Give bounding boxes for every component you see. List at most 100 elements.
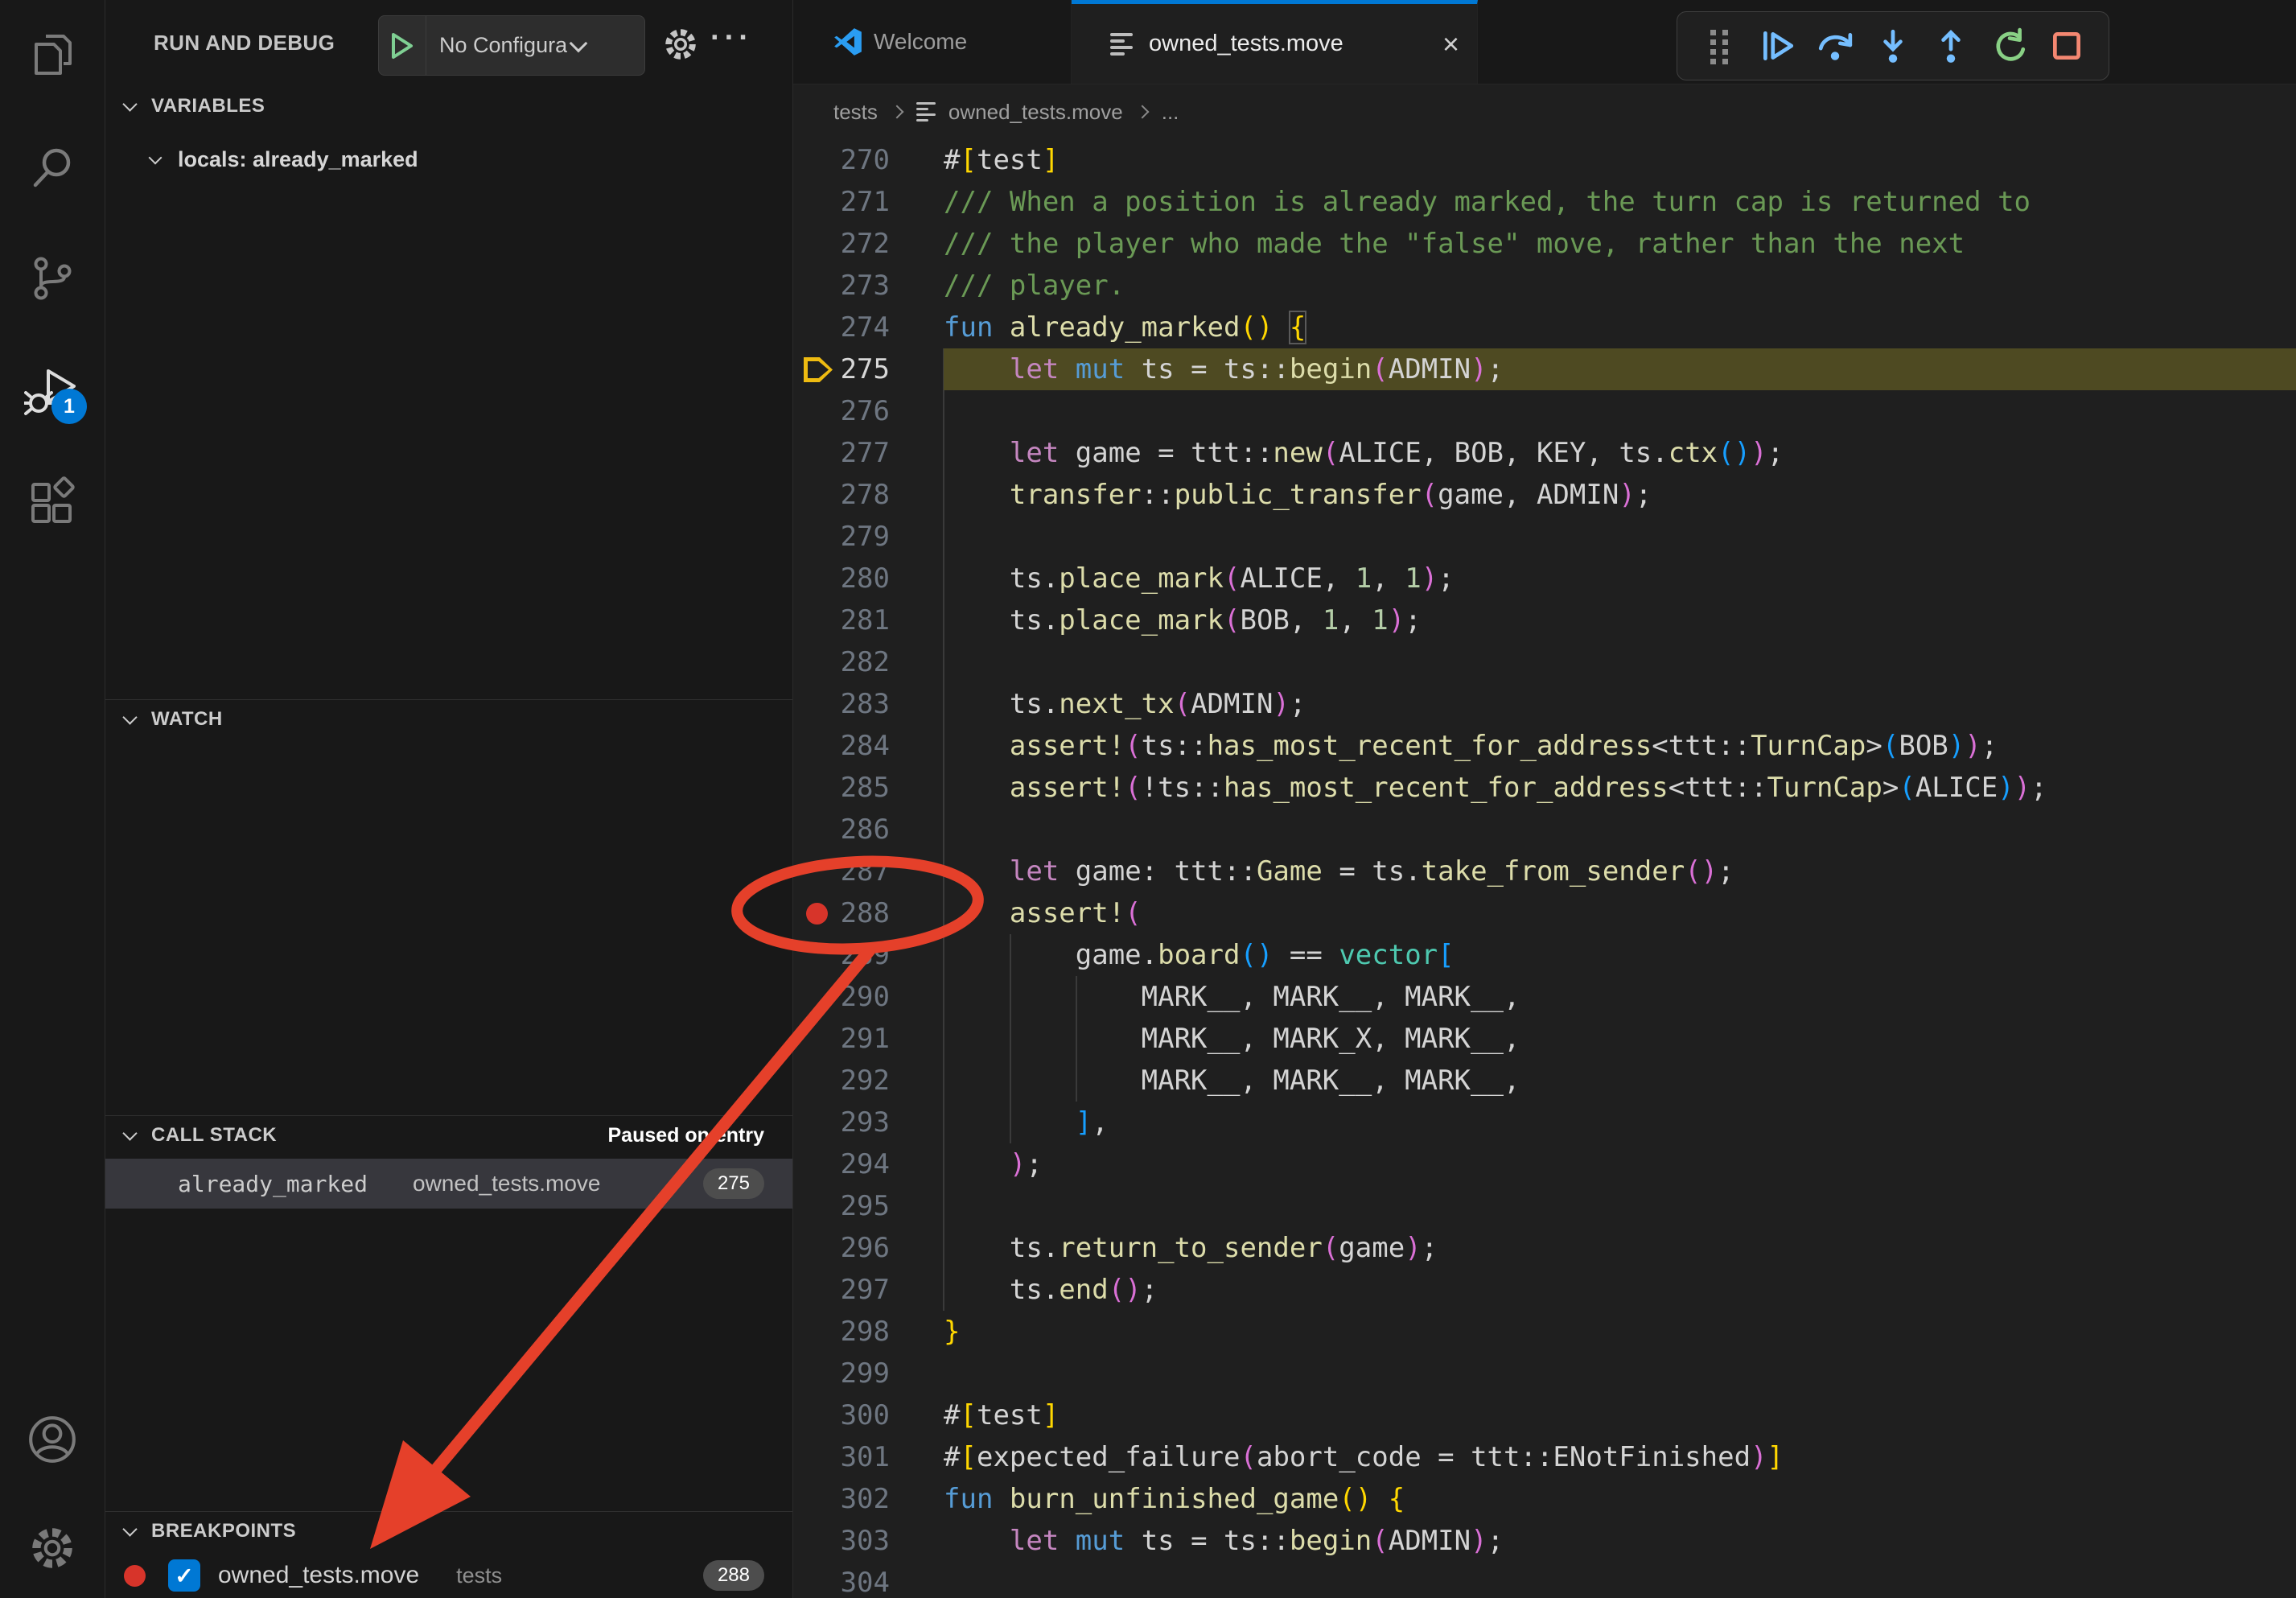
gutter[interactable]: 289 (793, 934, 944, 976)
code-text[interactable]: assert!(ts::has_most_recent_for_address<… (944, 725, 2296, 767)
code-line[interactable]: 292 MARK__, MARK__, MARK__, (793, 1060, 2296, 1102)
code-text[interactable]: game.board() == vector[ (944, 934, 2296, 976)
code-line[interactable]: 304 (793, 1562, 2296, 1598)
gutter[interactable]: 303 (793, 1520, 944, 1562)
code-line[interactable]: 270#[test] (793, 139, 2296, 181)
code-text[interactable]: fun already_marked() { (944, 307, 2296, 348)
close-icon[interactable]: × (1442, 30, 1459, 59)
code-text[interactable]: /// player. (944, 265, 2296, 307)
code-text[interactable] (944, 1562, 2296, 1598)
run-and-debug-icon[interactable]: 1 (24, 363, 80, 419)
code-line[interactable]: 290 MARK__, MARK__, MARK__, (793, 976, 2296, 1018)
code-text[interactable]: ts.end(); (944, 1269, 2296, 1311)
restart-button[interactable] (1985, 23, 2032, 69)
launch-config-dropdown[interactable]: No Configura (378, 15, 645, 76)
code-line[interactable]: 272/// the player who made the "false" m… (793, 223, 2296, 265)
watch-section-header[interactable]: WATCH (105, 699, 792, 739)
gutter[interactable]: 296 (793, 1227, 944, 1269)
code-line[interactable]: 300#[test] (793, 1394, 2296, 1436)
call-stack-section-header[interactable]: CALL STACK Paused on entry (105, 1115, 792, 1155)
gutter[interactable]: 299 (793, 1353, 944, 1394)
gutter[interactable]: 291 (793, 1018, 944, 1060)
gutter[interactable]: 286 (793, 809, 944, 850)
breakpoints-section-header[interactable]: BREAKPOINTS (105, 1511, 792, 1551)
gutter[interactable]: 298 (793, 1311, 944, 1353)
gutter[interactable]: 270 (793, 139, 944, 181)
breadcrumb-file[interactable]: owned_tests.move (948, 100, 1123, 125)
gutter[interactable]: 288 (793, 892, 944, 934)
settings-gear-icon[interactable] (24, 1520, 80, 1576)
gutter[interactable]: 275 (793, 348, 944, 390)
breakpoint-list-item[interactable]: ✓ owned_tests.move tests 288 (105, 1553, 792, 1598)
gutter[interactable]: 301 (793, 1436, 944, 1478)
code-line[interactable]: 275 let mut ts = ts::begin(ADMIN); (793, 348, 2296, 390)
code-text[interactable]: ); (944, 1143, 2296, 1185)
code-line[interactable]: 279 (793, 516, 2296, 558)
breakpoint-dot-icon[interactable] (806, 903, 828, 925)
code-text[interactable]: let game: ttt::Game = ts.take_from_sende… (944, 850, 2296, 892)
gutter[interactable]: 281 (793, 599, 944, 641)
explorer-icon[interactable] (24, 27, 80, 84)
tab-owned-tests-move[interactable]: owned_tests.move × (1072, 0, 1478, 84)
code-text[interactable]: #[expected_failure(abort_code = ttt::ENo… (944, 1436, 2296, 1478)
code-text[interactable]: transfer::public_transfer(game, ADMIN); (944, 474, 2296, 516)
gutter[interactable]: 302 (793, 1478, 944, 1520)
code-text[interactable]: MARK__, MARK__, MARK__, (944, 1060, 2296, 1102)
breadcrumb-folder[interactable]: tests (833, 100, 878, 125)
code-line[interactable]: 271/// When a position is already marked… (793, 181, 2296, 223)
code-text[interactable]: assert!( (944, 892, 2296, 934)
code-text[interactable]: #[test] (944, 1394, 2296, 1436)
code-line[interactable]: 282 (793, 641, 2296, 683)
code-line[interactable]: 291 MARK__, MARK_X, MARK__, (793, 1018, 2296, 1060)
code-text[interactable]: assert!(!ts::has_most_recent_for_address… (944, 767, 2296, 809)
gutter[interactable]: 295 (793, 1185, 944, 1227)
code-text[interactable]: /// the player who made the "false" move… (944, 223, 2296, 265)
gutter[interactable]: 284 (793, 725, 944, 767)
code-line[interactable]: 286 (793, 809, 2296, 850)
code-text[interactable] (944, 641, 2296, 683)
code-line[interactable]: 281 ts.place_mark(BOB, 1, 1); (793, 599, 2296, 641)
step-over-button[interactable] (1812, 23, 1858, 69)
gutter[interactable]: 277 (793, 432, 944, 474)
gutter[interactable]: 279 (793, 516, 944, 558)
breakpoint-checkbox[interactable]: ✓ (168, 1559, 200, 1592)
gutter[interactable]: 283 (793, 683, 944, 725)
code-line[interactable]: 293 ], (793, 1102, 2296, 1143)
gutter[interactable]: 280 (793, 558, 944, 599)
extensions-icon[interactable] (24, 474, 80, 530)
code-line[interactable]: 276 (793, 390, 2296, 432)
code-text[interactable] (944, 390, 2296, 432)
code-text[interactable] (944, 809, 2296, 850)
gutter[interactable]: 274 (793, 307, 944, 348)
code-line[interactable]: 294 ); (793, 1143, 2296, 1185)
code-text[interactable]: MARK__, MARK__, MARK__, (944, 976, 2296, 1018)
more-actions-icon[interactable]: ··· (710, 21, 753, 56)
code-text[interactable]: } (944, 1311, 2296, 1353)
code-line[interactable]: 297 ts.end(); (793, 1269, 2296, 1311)
variables-section-header[interactable]: VARIABLES (105, 87, 792, 126)
code-text[interactable]: ts.next_tx(ADMIN); (944, 683, 2296, 725)
code-text[interactable]: ts.place_mark(BOB, 1, 1); (944, 599, 2296, 641)
drag-handle-icon[interactable] (1696, 23, 1743, 69)
gutter[interactable]: 292 (793, 1060, 944, 1102)
variables-locals-row[interactable]: locals: already_marked (105, 138, 792, 180)
code-line[interactable]: 302fun burn_unfinished_game() { (793, 1478, 2296, 1520)
gutter[interactable]: 294 (793, 1143, 944, 1185)
code-line[interactable]: 298} (793, 1311, 2296, 1353)
gutter[interactable]: 290 (793, 976, 944, 1018)
code-text[interactable]: /// When a position is already marked, t… (944, 181, 2296, 223)
code-line[interactable]: 277 let game = ttt::new(ALICE, BOB, KEY,… (793, 432, 2296, 474)
code-line[interactable]: 288 assert!( (793, 892, 2296, 934)
search-icon[interactable] (24, 140, 80, 196)
continue-button[interactable] (1754, 23, 1800, 69)
breadcrumb-more[interactable]: ... (1162, 100, 1179, 125)
code-text[interactable]: let mut ts = ts::begin(ADMIN); (944, 348, 2296, 390)
account-icon[interactable] (24, 1411, 80, 1468)
code-line[interactable]: 278 transfer::public_transfer(game, ADMI… (793, 474, 2296, 516)
code-line[interactable]: 289 game.board() == vector[ (793, 934, 2296, 976)
code-line[interactable]: 280 ts.place_mark(ALICE, 1, 1); (793, 558, 2296, 599)
gutter[interactable]: 293 (793, 1102, 944, 1143)
code-text[interactable] (944, 1353, 2296, 1394)
code-line[interactable]: 301#[expected_failure(abort_code = ttt::… (793, 1436, 2296, 1478)
call-stack-frame-row[interactable]: already_marked owned_tests.move 275 (105, 1159, 792, 1209)
